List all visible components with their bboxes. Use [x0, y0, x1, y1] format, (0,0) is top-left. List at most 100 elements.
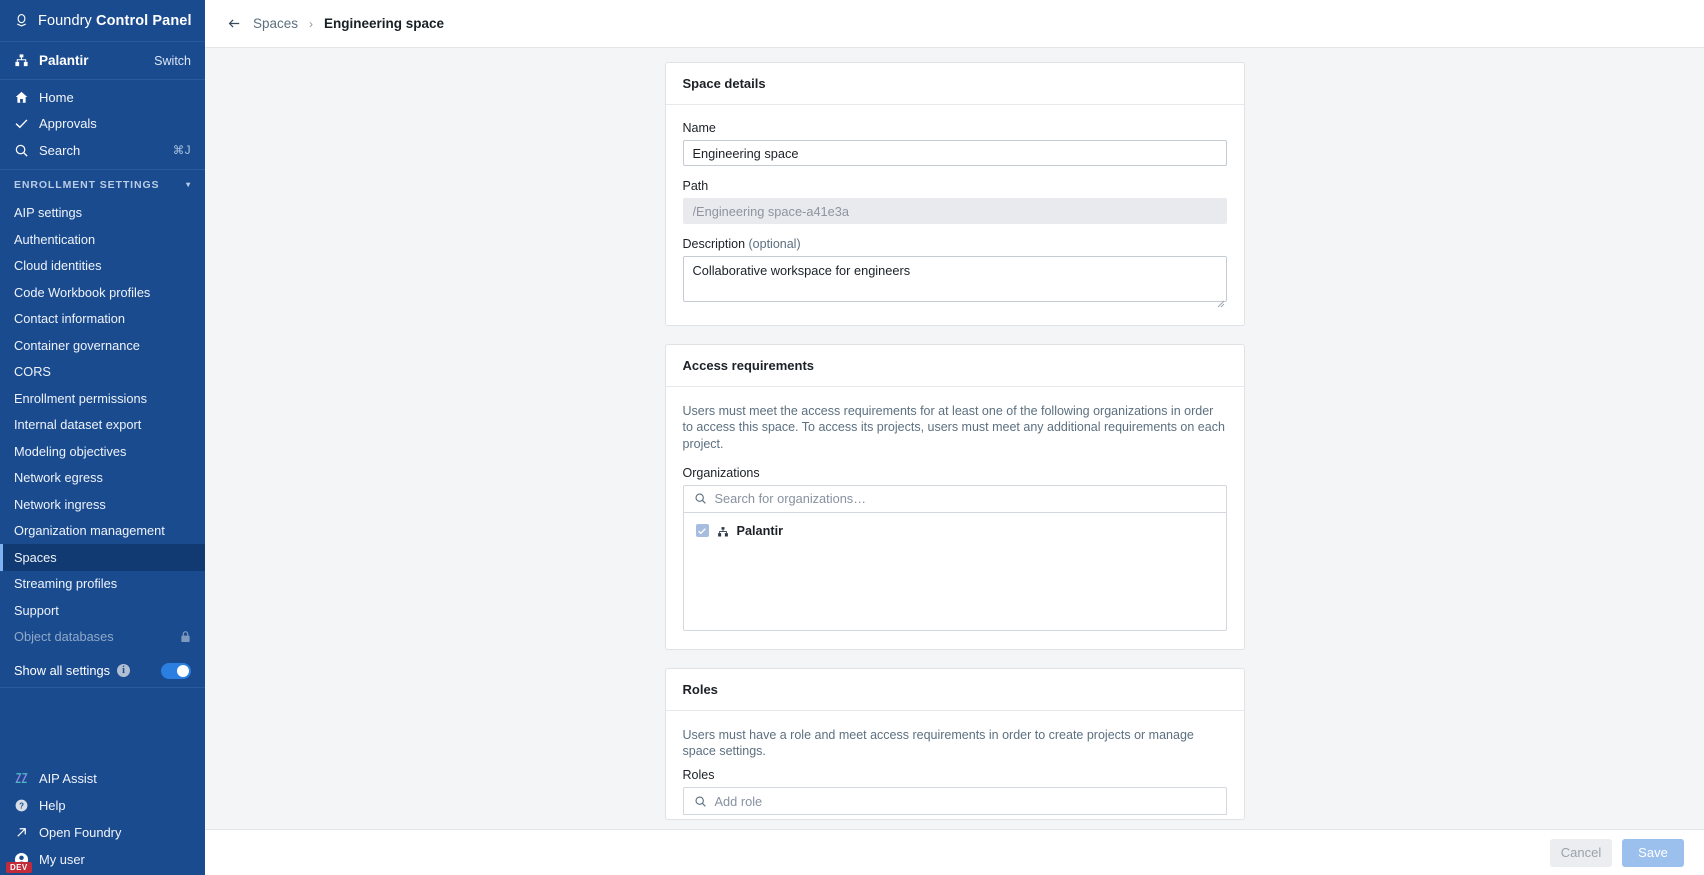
sidebar-footer-nav: AIP Assist ? Help Open Foundry My user D… [0, 765, 205, 875]
roles-search[interactable]: Add role [682, 787, 1227, 816]
sidebar-item-internal-dataset-export[interactable]: Internal dataset export [0, 412, 205, 439]
sidebar-item-authentication[interactable]: Authentication [0, 226, 205, 253]
search-icon [694, 795, 707, 808]
sidebar-item-object-databases: Object databases [0, 624, 205, 651]
name-input[interactable] [682, 140, 1227, 166]
sidebar-item-label: Modeling objectives [14, 443, 127, 459]
sidebar-item-label: Organization management [14, 523, 165, 539]
sidebar-item-streaming-profiles[interactable]: Streaming profiles [0, 571, 205, 598]
organizations-search-placeholder: Search for organizations… [714, 491, 867, 507]
sidebar-item-label: Enrollment permissions [14, 390, 147, 406]
nav-item-home[interactable]: Home [0, 84, 205, 111]
back-arrow-icon[interactable] [227, 16, 242, 31]
external-link-icon [14, 825, 29, 840]
nav-item-search[interactable]: Search ⌘J [0, 137, 205, 164]
organization-name: Palantir [736, 523, 784, 538]
primary-nav: Home Approvals Search ⌘J [0, 80, 205, 164]
sidebar-item-code-workbook-profiles[interactable]: Code Workbook profiles [0, 279, 205, 306]
roles-title: Roles [665, 669, 1244, 711]
access-requirements-card: Access requirements Users must meet the … [664, 344, 1245, 650]
sidebar-item-aip-settings[interactable]: AIP settings [0, 200, 205, 227]
check-icon [14, 116, 29, 131]
path-label: Path [682, 179, 709, 193]
org-switch-link[interactable]: Switch [154, 54, 191, 68]
sidebar-item-cloud-identities[interactable]: Cloud identities [0, 253, 205, 280]
name-label: Name [682, 121, 716, 135]
roles-card: Roles Users must have a role and meet ac… [664, 667, 1245, 821]
roles-label: Roles [682, 768, 715, 783]
aip-assist-icon [14, 771, 29, 786]
sidebar-item-enrollment-permissions[interactable]: Enrollment permissions [0, 385, 205, 412]
show-all-settings-label: Show all settings [14, 663, 111, 678]
search-shortcut: ⌘J [172, 145, 191, 158]
brand-header[interactable]: Foundry Control Panel [0, 0, 205, 42]
sidebar-item-contact-information[interactable]: Contact information [0, 306, 205, 333]
show-all-settings-row[interactable]: Show all settings i [0, 654, 205, 688]
sidebar-item-network-egress[interactable]: Network egress [0, 465, 205, 492]
sidebar-item-container-governance[interactable]: Container governance [0, 332, 205, 359]
organizations-list: Palantir [682, 512, 1227, 631]
sidebar-item-organization-management[interactable]: Organization management [0, 518, 205, 545]
sidebar-item-label: Contact information [14, 311, 125, 327]
space-details-title: Space details [665, 63, 1244, 105]
description-optional-text: (optional) [748, 237, 801, 251]
space-details-body: Name Path Description (optional) Collabo… [666, 105, 1244, 325]
sidebar-item-spaces[interactable]: Spaces [0, 544, 205, 571]
page-title: Engineering space [324, 16, 445, 31]
lock-icon [180, 630, 191, 643]
sidebar-item-label: Streaming profiles [14, 576, 118, 592]
save-button[interactable]: Save [1622, 838, 1684, 867]
sidebar-item-label: AIP Assist [39, 771, 97, 786]
sidebar-item-label: Code Workbook profiles [14, 284, 151, 300]
section-enrollment-settings[interactable]: ENROLLMENT SETTINGS ▾ [0, 170, 205, 200]
sidebar-item-open-foundry[interactable]: Open Foundry [0, 819, 205, 846]
description-label: Description (optional) [683, 237, 1227, 251]
roles-search-placeholder: Add role [714, 793, 763, 809]
organization-checkbox[interactable] [695, 524, 709, 538]
access-requirements-help: Users must meet the access requirements … [682, 404, 1225, 451]
sidebar-item-modeling-objectives[interactable]: Modeling objectives [0, 438, 205, 465]
sidebar-item-support[interactable]: Support [0, 597, 205, 624]
nav-item-approvals[interactable]: Approvals [0, 111, 205, 138]
breadcrumb-separator: › [309, 16, 314, 31]
sidebar-item-aip-assist[interactable]: AIP Assist [0, 765, 205, 792]
sidebar-item-label: Authentication [14, 231, 96, 247]
organizations-search[interactable]: Search for organizations… [682, 484, 1227, 513]
show-all-settings-toggle[interactable] [161, 662, 191, 679]
breadcrumb-parent[interactable]: Spaces [253, 16, 298, 31]
sidebar-item-label: Spaces [14, 549, 57, 565]
toggle-knob [177, 664, 189, 677]
cancel-button[interactable]: Cancel [1550, 838, 1612, 867]
dev-environment-badge: DEV [6, 862, 32, 873]
chevron-down-icon: ▾ [186, 180, 191, 189]
sidebar-item-label: Open Foundry [39, 825, 122, 840]
path-input [682, 198, 1227, 224]
sidebar-item-cors[interactable]: CORS [0, 359, 205, 386]
section-label: ENROLLMENT SETTINGS [14, 178, 160, 191]
org-hierarchy-icon [14, 53, 29, 68]
roles-body: Users must have a role and meet access r… [666, 711, 1244, 820]
help-circle-icon: ? [14, 798, 29, 813]
sidebar-item-label: Object databases [14, 629, 114, 645]
main-area: Spaces › Engineering space Space details… [205, 0, 1704, 875]
description-label-text: Description [682, 237, 749, 251]
sidebar-item-label: Network ingress [14, 496, 106, 512]
org-hierarchy-icon [717, 525, 729, 537]
org-switcher[interactable]: Palantir Switch [0, 42, 205, 80]
sidebar-item-label: Cloud identities [14, 258, 102, 274]
home-icon [14, 90, 29, 105]
sidebar-item-help[interactable]: ? Help [0, 792, 205, 819]
access-requirements-body: Users must meet the access requirements … [666, 387, 1244, 649]
roles-help: Users must have a role and meet access r… [682, 727, 1194, 758]
description-textarea[interactable]: Collaborative workspace for engineers [682, 256, 1227, 302]
nav-item-search-label: Search [39, 142, 81, 158]
sidebar-item-label: Help [39, 798, 66, 813]
search-icon [694, 492, 707, 505]
sidebar-item-label: My user [39, 852, 85, 867]
sidebar-item-network-ingress[interactable]: Network ingress [0, 491, 205, 518]
info-icon[interactable]: i [117, 664, 131, 677]
list-item[interactable]: Palantir [684, 520, 1226, 542]
organizations-label: Organizations [682, 465, 760, 480]
space-details-card: Space details Name Path Description (opt… [664, 62, 1245, 326]
